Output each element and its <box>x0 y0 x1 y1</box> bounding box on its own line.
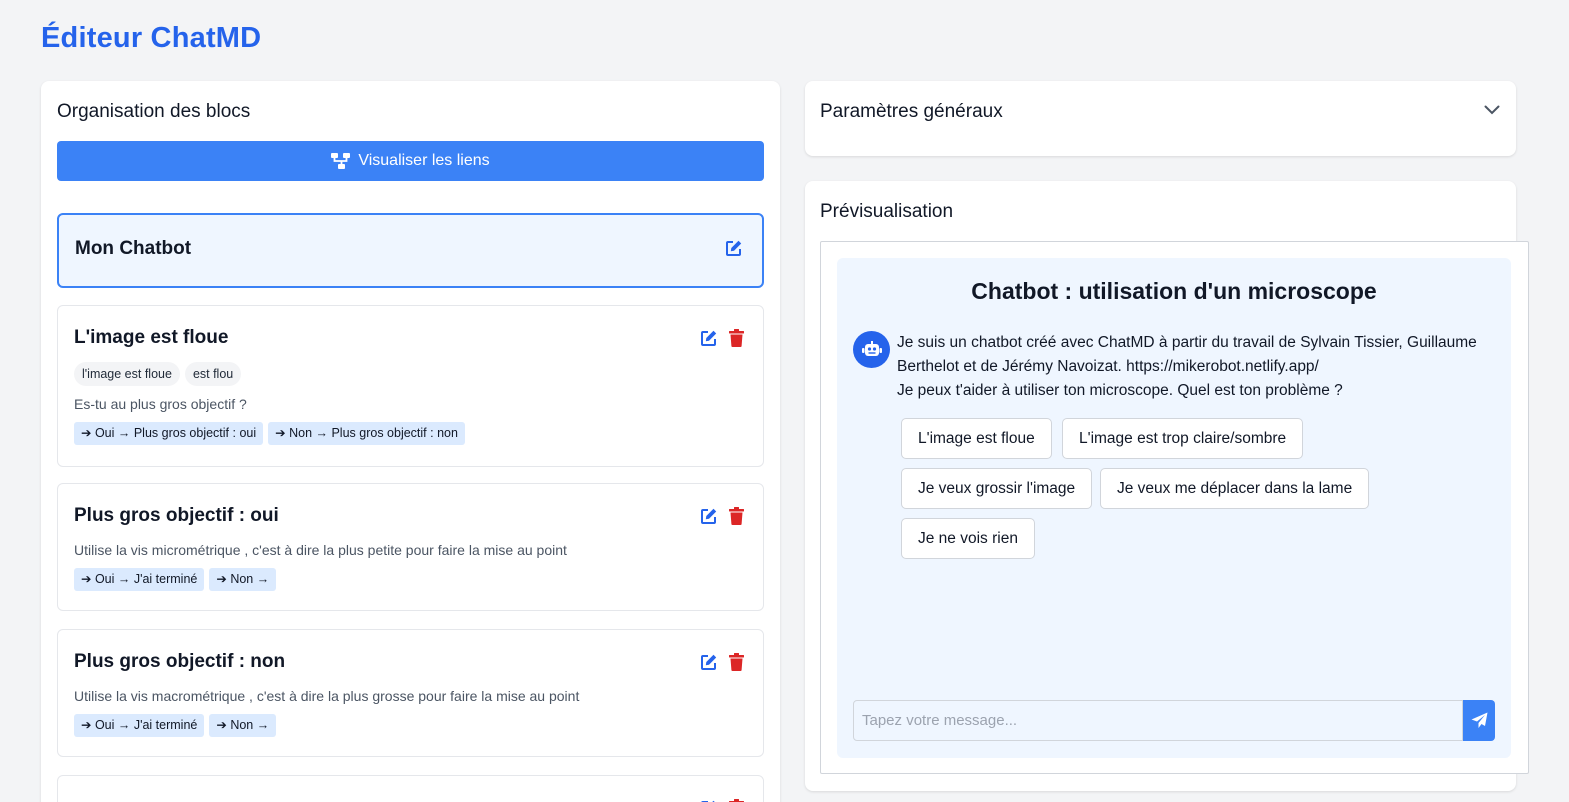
settings-panel[interactable]: Paramètres généraux <box>805 81 1516 156</box>
block-links: ➔ Oui → Plus gros objectif : oui ➔ Non →… <box>74 422 465 445</box>
block-card[interactable]: Plus gros objectif : non Utilise la vis … <box>57 629 764 757</box>
block-title: L'image est floue <box>74 327 229 348</box>
chat-title: Chatbot : utilisation d'un microscope <box>971 278 1377 304</box>
choice-button[interactable]: L'image est trop claire/sombre <box>1062 418 1304 459</box>
trash-icon[interactable] <box>726 328 746 348</box>
block-question: Es-tu au plus gros objectif ? <box>74 396 247 412</box>
block-card[interactable] <box>57 775 764 802</box>
link-chip: ➔ Oui → Plus gros objectif : oui <box>74 422 264 445</box>
block-card[interactable]: L'image est floue l'image est floue est … <box>57 305 764 467</box>
blocks-panel: Organisation des blocs Visualiser les li… <box>41 81 780 802</box>
block-links: ➔ Oui → J'ai terminé ➔ Non → <box>74 568 277 591</box>
blocks-panel-title: Organisation des blocs <box>57 101 251 122</box>
edit-icon[interactable] <box>699 328 719 348</box>
block-title: Mon Chatbot <box>75 238 192 259</box>
link-chip: ➔ Oui → J'ai terminé <box>74 568 205 591</box>
link-chip: ➔ Non → <box>209 568 277 591</box>
block-card[interactable]: Plus gros objectif : oui Utilise la vis … <box>57 483 764 611</box>
choice-button[interactable]: Je veux me déplacer dans la lame <box>1100 468 1370 509</box>
keyword-tag: est flou <box>184 362 242 386</box>
block-links: ➔ Oui → J'ai terminé ➔ Non → <box>74 714 277 737</box>
preview-frame: Chatbot : utilisation d'un microscope Je… <box>820 241 1529 774</box>
edit-icon[interactable] <box>724 238 744 258</box>
trash-icon[interactable] <box>726 652 746 672</box>
visualize-links-label: Visualiser les liens <box>358 152 490 169</box>
visualize-links-button[interactable]: Visualiser les liens <box>57 141 764 181</box>
bot-message-line: Je suis un chatbot créé avec ChatMD à pa… <box>897 334 1477 375</box>
chat-window: Chatbot : utilisation d'un microscope Je… <box>837 258 1511 758</box>
keyword-tags: l'image est floue est flou <box>74 362 242 386</box>
link-chip: ➔ Oui → J'ai terminé <box>74 714 205 737</box>
paper-plane-icon <box>1471 712 1487 728</box>
page-title: Éditeur ChatMD <box>41 22 262 54</box>
block-title: Plus gros objectif : oui <box>74 505 279 526</box>
choice-button[interactable]: Je ne vois rien <box>901 518 1035 559</box>
edit-icon[interactable] <box>699 798 719 802</box>
link-chip: ➔ Non → Plus gros objectif : non <box>268 422 465 445</box>
bot-message-line: Je peux t'aider à utiliser ton microscop… <box>897 382 1343 399</box>
edit-icon[interactable] <box>699 652 719 672</box>
edit-icon[interactable] <box>699 506 719 526</box>
sitemap-icon <box>331 153 351 169</box>
keyword-tag: l'image est floue <box>74 362 180 386</box>
trash-icon[interactable] <box>726 798 746 802</box>
message-input[interactable] <box>853 700 1463 741</box>
trash-icon[interactable] <box>726 506 746 526</box>
preview-title: Prévisualisation <box>820 201 954 222</box>
link-chip: ➔ Non → <box>209 714 277 737</box>
bot-message: Je suis un chatbot créé avec ChatMD à pa… <box>897 331 1497 403</box>
robot-icon <box>853 331 890 368</box>
chevron-down-icon[interactable] <box>1484 105 1500 115</box>
root-block[interactable]: Mon Chatbot <box>57 213 764 288</box>
block-question: Utilise la vis macrométrique , c'est à d… <box>74 688 580 704</box>
send-button[interactable] <box>1463 700 1495 741</box>
block-title: Plus gros objectif : non <box>74 651 286 672</box>
preview-panel: Prévisualisation Chatbot : utilisation d… <box>805 181 1529 791</box>
settings-title: Paramètres généraux <box>820 101 1003 122</box>
choice-button[interactable]: L'image est floue <box>901 418 1052 459</box>
block-question: Utilise la vis micrométrique , c'est à d… <box>74 542 567 558</box>
choice-button[interactable]: Je veux grossir l'image <box>901 468 1093 509</box>
